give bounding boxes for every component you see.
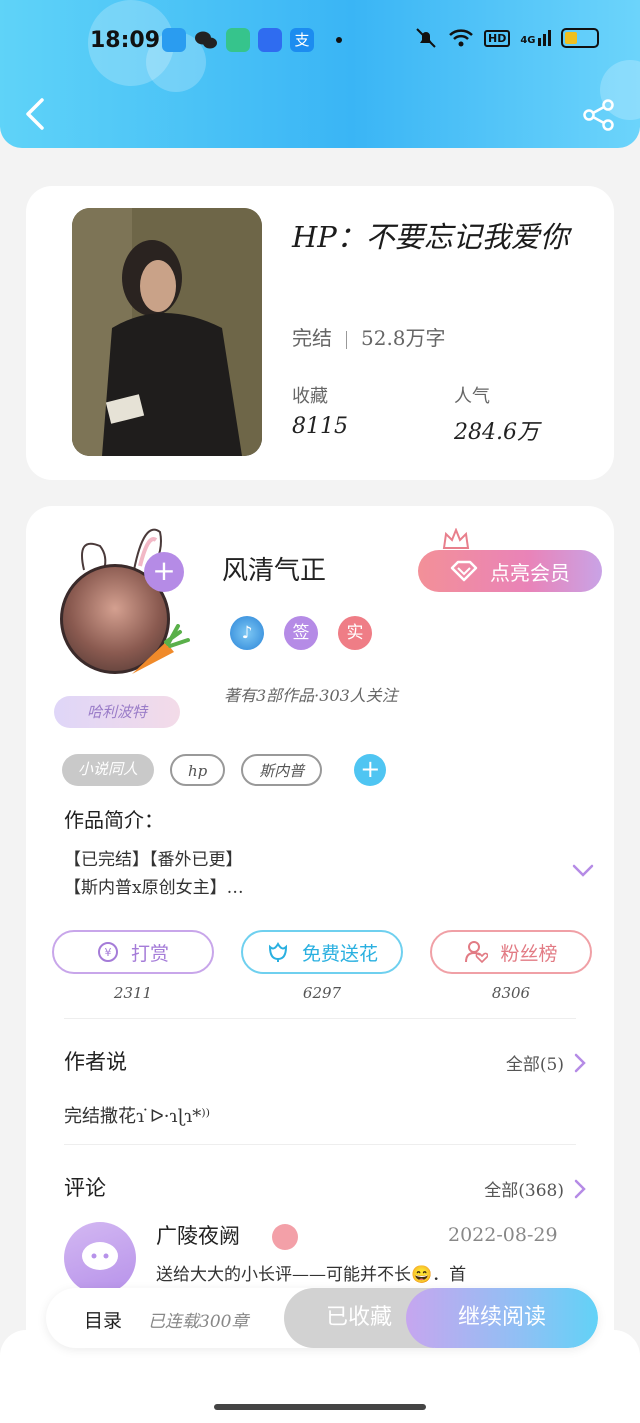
battery-icon bbox=[560, 28, 599, 48]
comment-date: 2022-08-29 bbox=[448, 1224, 558, 1246]
commenter-name[interactable]: 广陵夜阙 bbox=[156, 1220, 240, 1250]
commenter-avatar[interactable] bbox=[64, 1222, 136, 1294]
carrot-icon bbox=[132, 624, 190, 674]
continue-reading-button[interactable]: 继续阅读 bbox=[406, 1288, 598, 1348]
book-title: HP：不要忘记我爱你 bbox=[292, 220, 569, 254]
alipay-icon: 支 bbox=[290, 28, 314, 52]
status-bar: 18:09 支 HD 4G bbox=[0, 0, 640, 80]
intro-line: 【斯内普x原创女主】… bbox=[64, 878, 244, 898]
follow-plus-button[interactable]: + bbox=[144, 552, 184, 592]
flower-label: 免费送花 bbox=[301, 942, 378, 965]
author-card: + 哈利波特 风清气正 点亮会员 ♪ 签 实 著有3部作品·303人关注 小说同… bbox=[26, 506, 614, 1366]
chevron-right-icon bbox=[574, 1053, 586, 1072]
book-info-card: HP：不要忘记我爱你 完结 52.8万字 收藏 8115 人气 284.6万 bbox=[26, 186, 614, 480]
vip-activate-button[interactable]: 点亮会员 bbox=[418, 550, 602, 592]
book-status: 完结 bbox=[292, 326, 332, 350]
fan-icon bbox=[465, 941, 489, 964]
intro-line: 【已完结】【番外已更】 bbox=[64, 850, 243, 870]
hd-indicator: HD bbox=[484, 29, 511, 47]
mute-icon bbox=[416, 28, 436, 48]
intro-title: 作品简介： bbox=[64, 808, 164, 832]
svg-text:¥: ¥ bbox=[104, 946, 111, 959]
chevron-down-icon[interactable] bbox=[572, 864, 594, 878]
flower-icon bbox=[268, 941, 287, 962]
wechat-icon bbox=[194, 28, 218, 52]
comment-text[interactable]: 送给大大的小长评——可能并不长😄．首 bbox=[156, 1260, 466, 1285]
flower-action: 免费送花 6297 bbox=[241, 930, 403, 1002]
app-notes-icon bbox=[226, 28, 250, 52]
chapter-count: 已连载300章 bbox=[148, 1312, 249, 1332]
tag-list: 小说同人 hp 斯内普 + bbox=[62, 754, 387, 786]
author-says-title: 作者说 bbox=[64, 1050, 127, 1074]
comments-more-link[interactable]: 全部(368) bbox=[484, 1176, 586, 1201]
header-bar: 18:09 支 HD 4G bbox=[0, 0, 640, 148]
signal-icon: 4G bbox=[520, 30, 551, 46]
crown-icon bbox=[442, 528, 470, 549]
badge-sign[interactable]: 签 bbox=[284, 616, 318, 650]
action-buttons: ¥ 打赏 2311 免费送花 6297 粉丝榜 8306 bbox=[52, 930, 592, 1002]
share-icon[interactable] bbox=[582, 98, 616, 132]
coin-icon: ¥ bbox=[97, 942, 118, 962]
wifi-icon bbox=[449, 29, 473, 47]
author-works-follows: 著有3部作品·303人关注 bbox=[224, 686, 398, 705]
app-baidu-icon bbox=[258, 28, 282, 52]
tag-item[interactable]: 斯内普 bbox=[241, 754, 323, 786]
reward-button[interactable]: ¥ 打赏 bbox=[52, 930, 214, 974]
chevron-right-icon bbox=[574, 1179, 586, 1198]
author-says-more-label: 全部(5) bbox=[505, 1055, 564, 1075]
status-indicators: HD 4G bbox=[414, 26, 599, 50]
vip-button-label: 点亮会员 bbox=[490, 560, 570, 585]
author-name[interactable]: 风清气正 bbox=[222, 550, 326, 587]
favorites-value: 8115 bbox=[292, 414, 348, 439]
music-medal-icon[interactable]: ♪ bbox=[230, 616, 264, 650]
status-app-icons: 支 bbox=[162, 28, 342, 52]
diamond-badge-icon bbox=[272, 1224, 298, 1250]
home-indicator[interactable] bbox=[214, 1404, 426, 1410]
tag-item[interactable]: hp bbox=[170, 754, 226, 786]
reward-action: ¥ 打赏 2311 bbox=[52, 930, 214, 1002]
author-badges: ♪ 签 实 bbox=[230, 616, 372, 650]
send-flower-button[interactable]: 免费送花 bbox=[241, 930, 403, 974]
author-says-text: 完结撒花ɿ ̇ᐅ·ɿɭɿ*⁾⁾ bbox=[64, 1106, 211, 1127]
reward-count: 2311 bbox=[113, 984, 153, 1002]
fans-label: 粉丝榜 bbox=[500, 942, 558, 965]
tag-item[interactable]: 小说同人 bbox=[62, 754, 155, 786]
status-time: 18:09 bbox=[90, 28, 161, 53]
toc-button[interactable]: 目录 bbox=[84, 1306, 122, 1333]
divider bbox=[64, 1144, 576, 1145]
popularity-label: 人气 bbox=[454, 386, 490, 407]
add-tag-button[interactable]: + bbox=[354, 754, 387, 786]
avatar-fan-tag: 哈利波特 bbox=[54, 696, 180, 728]
back-button-icon[interactable] bbox=[22, 94, 50, 134]
reward-label: 打赏 bbox=[130, 942, 169, 965]
bottom-action-bar: 目录 已连载300章 已收藏 继续阅读 bbox=[46, 1288, 598, 1348]
divider bbox=[64, 1018, 576, 1019]
comments-more-label: 全部(368) bbox=[484, 1181, 564, 1201]
intro-text: 【已完结】【番外已更】 【斯内普x原创女主】… bbox=[64, 846, 244, 902]
fans-action: 粉丝榜 8306 bbox=[430, 930, 592, 1002]
fans-count: 8306 bbox=[491, 984, 531, 1002]
favorites-label: 收藏 bbox=[292, 386, 328, 407]
author-says-more-link[interactable]: 全部(5) bbox=[506, 1050, 586, 1075]
flower-count: 6297 bbox=[302, 984, 342, 1002]
app-video-icon bbox=[162, 28, 186, 52]
more-dot-icon bbox=[336, 37, 342, 43]
badge-real[interactable]: 实 bbox=[338, 616, 372, 650]
comments-title: 评论 bbox=[64, 1176, 106, 1200]
fan-ranking-button[interactable]: 粉丝榜 bbox=[430, 930, 592, 974]
book-cover-image[interactable] bbox=[72, 208, 262, 456]
diamond-icon bbox=[450, 560, 478, 582]
book-word-count: 52.8万字 bbox=[361, 326, 446, 350]
book-status-line: 完结 52.8万字 bbox=[292, 322, 446, 351]
popularity-value: 284.6万 bbox=[454, 420, 539, 445]
